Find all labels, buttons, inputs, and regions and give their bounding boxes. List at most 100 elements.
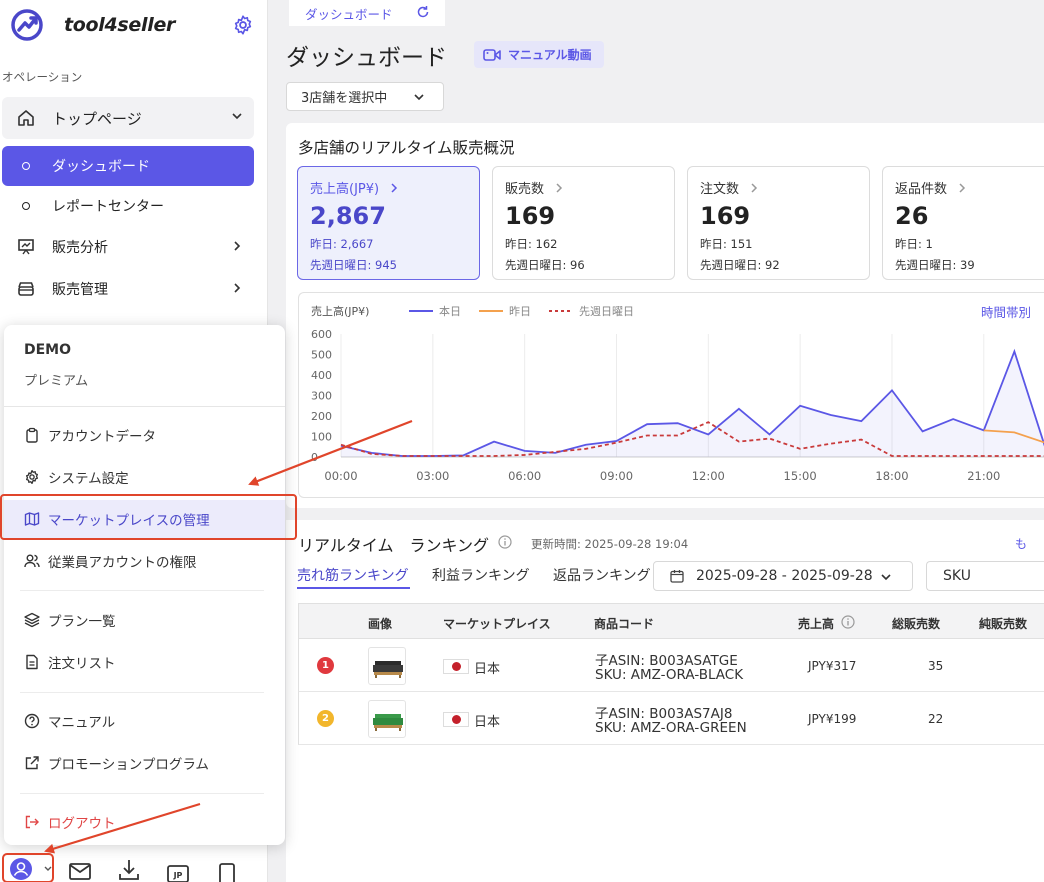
sidebar-item-label: ダッシュボード [52,159,150,175]
japan-flag-icon [443,712,469,727]
menu-item-manual[interactable]: マニュアル [4,702,285,740]
sofa-image [373,714,403,731]
column-header-sales[interactable]: 売上高 [798,615,834,632]
x-tick-label: 06:00 [508,469,541,483]
menu-item-promotion-program[interactable]: プロモーションプログラム [4,744,285,782]
menu-item-account-data[interactable]: アカウントデータ [4,416,285,454]
kpi-yesterday: 昨日: 1 [895,237,933,251]
kpi-card-returns[interactable]: 返品件数 26 昨日: 1 先週日曜日: 39 [882,166,1044,280]
kpi-title: 売上高(JP¥) [310,178,399,197]
legend-label: 先週日曜日 [579,305,634,318]
document-icon [24,654,40,670]
menu-item-label: システム設定 [48,471,129,487]
refresh-icon[interactable] [416,5,430,19]
marketplace-country: 日本 [474,715,501,730]
sales-chart: 売上高(JP¥) 本日 昨日 先週日曜日 時間帯別 600 500 400 300 200 100 0… [298,292,1044,498]
store-select[interactable]: 3店舗を選択中 [286,82,444,111]
product-sku: SKU: AMZ-ORA-GREEN [595,720,747,736]
tab-dashboard[interactable]: ダッシュボード [289,0,445,26]
page-title: ダッシュボード [286,45,447,71]
download-icon[interactable] [117,858,141,882]
sidebar-item-dashboard[interactable]: ダッシュボード [2,146,254,186]
table-row[interactable]: 1 日本 子ASIN: B003ASATGE SKU: AMZ-ORA-BLAC… [298,639,1044,692]
divider [4,406,285,407]
kpi-card-sales[interactable]: 売上高(JP¥) 2,867 昨日: 2,667 先週日曜日: 945 [297,166,480,280]
chevron-right-icon [959,182,966,193]
chevron-right-icon [234,283,241,293]
annotation-highlight-box [2,853,54,882]
kpi-title: 返品件数 [895,178,967,197]
tab-best-sellers[interactable]: 売れ筋ランキング [297,565,409,585]
y-tick-label: 0 [311,451,318,464]
column-header-image: 画像 [368,617,393,631]
overview-title: 多店舗のリアルタイム販売概況 [298,139,515,157]
tab-returns-ranking[interactable]: 返品ランキング [553,565,651,585]
kpi-value: 26 [895,202,929,230]
manual-video-button[interactable]: マニュアル動画 [474,41,604,68]
sidebar-item-report-center[interactable]: レポートセンター [2,186,254,226]
mail-icon[interactable] [68,858,92,882]
total-units-value: 22 [928,712,944,726]
kpi-last-week: 先週日曜日: 39 [895,258,975,272]
menu-item-order-list[interactable]: 注文リスト [4,643,285,681]
rank-badge: 1 [317,657,334,674]
product-thumbnail[interactable] [368,647,406,685]
kpi-yesterday: 昨日: 2,667 [310,237,374,251]
x-tick-label: 21:00 [967,469,1000,483]
table-header: 画像 マーケットプレイス 商品コード 売上高 総販売数 純販売数 [298,603,1044,639]
y-tick-label: 500 [311,349,332,362]
gear-icon[interactable] [232,14,254,36]
time-breakdown-link[interactable]: 時間帯別 [981,305,1031,320]
y-axis-label: 売上高(JP¥) [311,304,369,318]
menu-item-staff-permissions[interactable]: 従業員アカウントの権限 [4,542,285,580]
menu-item-label: 注文リスト [48,656,116,672]
sku-select[interactable]: SKU [926,561,1044,591]
tool4seller-logo-icon[interactable] [10,8,44,42]
menu-item-label: ログアウト [48,816,116,832]
x-tick-label: 00:00 [324,469,357,483]
kpi-value: 2,867 [310,202,386,230]
info-icon[interactable] [841,615,855,629]
series-area [341,351,1044,457]
sidebar-item-label: トップページ [52,109,142,128]
menu-item-label: プラン一覧 [48,614,116,630]
chevron-right-icon [234,241,241,251]
date-range-picker[interactable]: 2025-09-28 - 2025-09-28 [653,561,913,591]
menu-item-logout[interactable]: ログアウト [4,803,285,841]
column-header-total-units[interactable]: 総販売数 [892,615,940,632]
menu-item-label: プロモーションプログラム [48,757,209,773]
sales-overview-panel: 多店舗のリアルタイム販売概況 売上高(JP¥) 2,867 昨日: 2,667 … [286,123,1044,508]
product-asin: 子ASIN: B003ASATGE [595,653,738,669]
svg-text:JP: JP [173,871,183,880]
tab-profit-ranking[interactable]: 利益ランキング [432,565,530,585]
table-row[interactable]: 2 日本 子ASIN: B003AS7AJ8 SKU: AMZ-ORA-GREE… [298,692,1044,745]
divider [20,692,264,693]
column-header-product-code: 商品コード [594,617,655,631]
kpi-card-units[interactable]: 販売数 169 昨日: 162 先週日曜日: 96 [492,166,675,280]
question-circle-icon [24,713,40,729]
chevron-down-icon [232,113,242,120]
menu-item-plans[interactable]: プラン一覧 [4,601,285,639]
users-icon [24,553,40,569]
kpi-card-orders[interactable]: 注文数 169 昨日: 151 先週日曜日: 92 [687,166,870,280]
account-name: DEMO [24,342,72,358]
ranking-more-link[interactable]: も [1015,535,1027,552]
y-tick-label: 300 [311,390,332,403]
sidebar-item-top-page[interactable]: トップページ [2,97,254,139]
menu-item-system-settings[interactable]: システム設定 [4,458,285,496]
column-header-marketplace: マーケットプレイス [443,617,551,631]
product-thumbnail[interactable] [368,700,406,738]
gear-icon [24,469,40,485]
ranking-panel: リアルタイム ランキング 更新時間: 2025-09-28 19:04 も 売れ… [286,520,1044,882]
sku-select-value: SKU [943,568,971,584]
mobile-phone-icon[interactable] [215,858,239,882]
sales-line-chart: 売上高(JP¥) 本日 昨日 先週日曜日 時間帯別 600 500 400 300 200 100 0… [311,304,1044,483]
column-header-net-units[interactable]: 純販売数 [979,615,1027,632]
info-icon[interactable] [498,535,512,549]
video-camera-icon [483,48,501,61]
brand: tool4seller [10,8,260,44]
sidebar-item-sales-management[interactable]: 販売管理 [2,269,254,309]
sidebar-item-sales-analysis[interactable]: 販売分析 [2,227,254,267]
language-jp-icon[interactable]: JP [166,858,190,882]
kpi-last-week: 先週日曜日: 96 [505,258,585,272]
